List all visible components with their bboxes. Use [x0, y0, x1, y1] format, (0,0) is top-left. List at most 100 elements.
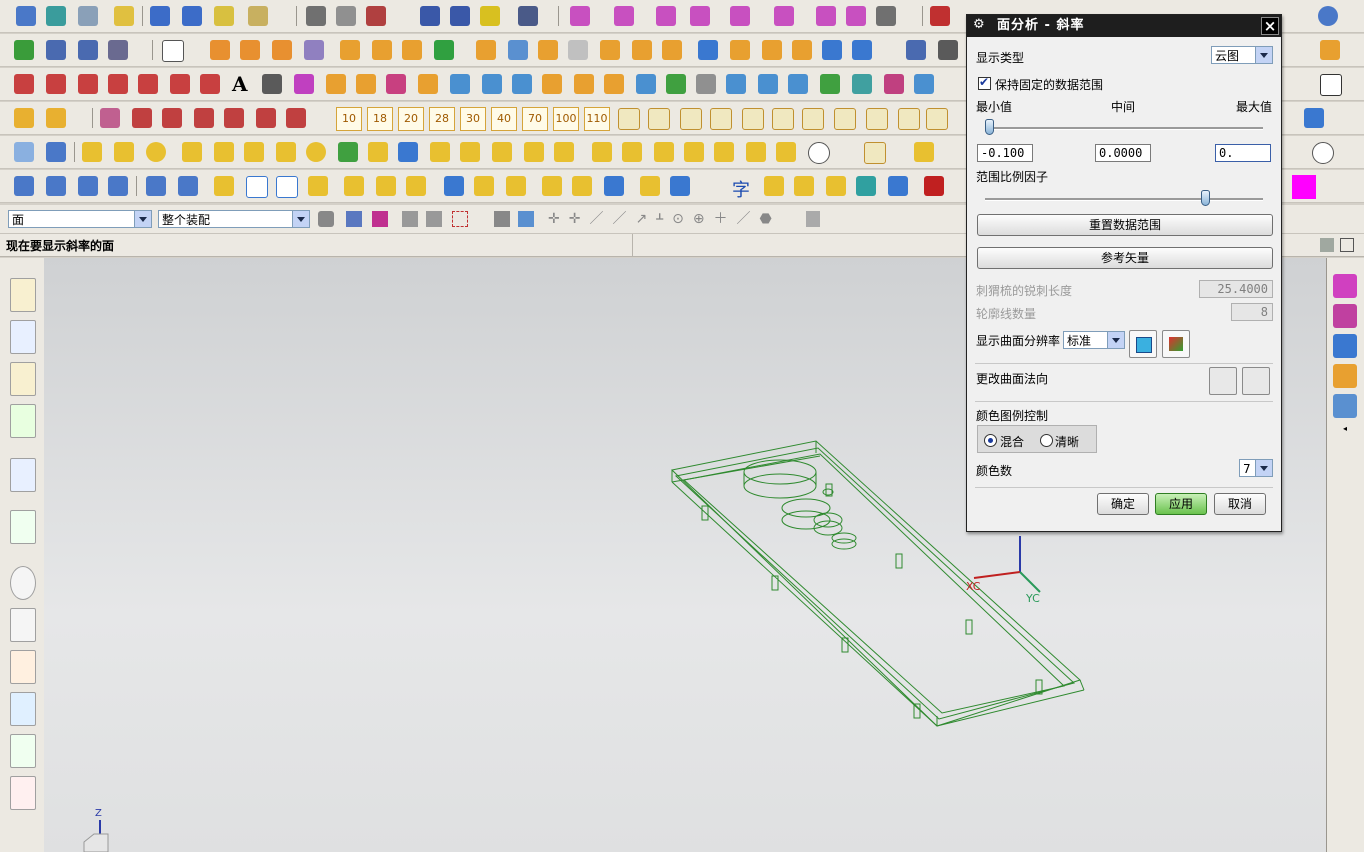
min-value-input[interactable]: -0.100: [977, 144, 1033, 162]
lamp-icon[interactable]: [178, 176, 198, 196]
locating-ring-icon[interactable]: [306, 142, 326, 162]
chevron-down-icon[interactable]: [1107, 332, 1124, 348]
intersect-curve-icon[interactable]: [326, 74, 346, 94]
text-tool-icon[interactable]: A: [232, 72, 248, 96]
sprue-icon[interactable]: [276, 142, 296, 162]
mirror-icon[interactable]: [662, 40, 682, 60]
extract-curve-icon[interactable]: [356, 74, 376, 94]
clock-icon[interactable]: [808, 142, 830, 164]
pocket-icon[interactable]: [372, 40, 392, 60]
std-part-40-button[interactable]: 40: [491, 107, 517, 131]
view-tool-icon[interactable]: [1333, 274, 1357, 298]
through-curves-icon[interactable]: [450, 74, 470, 94]
pipe-tool-icon[interactable]: [1333, 394, 1357, 418]
gear-icon[interactable]: ⚙: [973, 18, 987, 32]
rect-select-icon[interactable]: [452, 211, 468, 227]
base-icon[interactable]: [772, 108, 794, 130]
sew-icon[interactable]: [852, 40, 872, 60]
pad-icon[interactable]: [402, 40, 422, 60]
layer-settings-icon[interactable]: [46, 6, 66, 26]
constraint-navigator-icon[interactable]: [10, 320, 36, 354]
rail-icon[interactable]: [680, 108, 702, 130]
hook-icon[interactable]: [866, 108, 888, 130]
mold-tool-1-icon[interactable]: [82, 142, 102, 162]
axis-icon[interactable]: [108, 40, 128, 60]
triangle-icon[interactable]: [1320, 74, 1342, 96]
arrow-joint-icon[interactable]: [670, 176, 690, 196]
snap-icon[interactable]: [318, 211, 334, 227]
part-navigator-icon[interactable]: [10, 362, 36, 396]
cube-subtract-icon[interactable]: [656, 6, 676, 26]
divide-curve-icon[interactable]: [162, 108, 182, 128]
line-icon[interactable]: [930, 6, 950, 26]
system-materials-icon[interactable]: [10, 608, 36, 642]
arch-icon[interactable]: [834, 108, 856, 130]
length-icon[interactable]: [224, 108, 244, 128]
angle-bar-icon[interactable]: [572, 176, 592, 196]
ring-icon[interactable]: [146, 142, 166, 162]
std-part-18-button[interactable]: 18: [367, 107, 393, 131]
fit-curve-icon[interactable]: [286, 108, 306, 128]
cube-intersect-icon[interactable]: [690, 6, 710, 26]
move-icon[interactable]: [46, 142, 66, 162]
flat-shape-icon[interactable]: [914, 142, 934, 162]
surface-icon[interactable]: [336, 6, 356, 26]
cube-add-icon[interactable]: [570, 6, 590, 26]
assembly-tool-icon[interactable]: [1333, 364, 1357, 388]
pocket-tool-icon[interactable]: [554, 142, 574, 162]
expand-arrow-icon[interactable]: ◂: [1343, 424, 1347, 433]
bounded-plane-icon[interactable]: [636, 74, 656, 94]
lifter-icon[interactable]: [460, 142, 480, 162]
step-icon[interactable]: [742, 108, 764, 130]
cube-scale-icon[interactable]: [846, 6, 866, 26]
flip-normal-icon[interactable]: [1242, 367, 1270, 395]
cube-offset-icon[interactable]: [816, 6, 836, 26]
cube-trim-icon[interactable]: [774, 6, 794, 26]
trim-body-icon[interactable]: [822, 40, 842, 60]
bend-icon[interactable]: [622, 142, 642, 162]
frame-icon[interactable]: [108, 176, 128, 196]
snap-options-icon[interactable]: [806, 211, 820, 227]
draft-icon[interactable]: [568, 40, 588, 60]
bars-icon[interactable]: [604, 176, 624, 196]
resolution-select[interactable]: 标准: [1063, 331, 1125, 349]
assembly-icon[interactable]: [1320, 40, 1340, 60]
mesh-icon[interactable]: [792, 40, 812, 60]
roles-icon[interactable]: [10, 734, 36, 768]
reverse-normal-icon[interactable]: [1209, 367, 1237, 395]
conic-icon[interactable]: [138, 74, 158, 94]
reference-vector-button[interactable]: 参考矢量: [977, 247, 1273, 269]
curve-icon[interactable]: [306, 6, 326, 26]
offset-surface-icon[interactable]: [696, 74, 716, 94]
std-part-110-button[interactable]: 110: [584, 107, 610, 131]
flag-icon[interactable]: [366, 6, 386, 26]
notch-icon[interactable]: [926, 108, 948, 130]
curve-shape-icon[interactable]: [864, 142, 886, 164]
cube-filter-icon[interactable]: [518, 211, 534, 227]
section-curve-icon[interactable]: [418, 74, 438, 94]
bracket-icon[interactable]: [710, 108, 732, 130]
color-count-select[interactable]: 7: [1239, 459, 1273, 477]
beam-icon[interactable]: [648, 108, 670, 130]
assembly-nav-icon[interactable]: [46, 108, 66, 128]
blend-icon[interactable]: [508, 40, 528, 60]
spline-icon[interactable]: [78, 74, 98, 94]
range-slider-thumb[interactable]: [985, 119, 994, 135]
wrench-icon[interactable]: [182, 6, 202, 26]
label-icon[interactable]: [248, 6, 268, 26]
std-part-28-button[interactable]: 28: [429, 107, 455, 131]
scope-select[interactable]: 整个装配: [158, 210, 310, 228]
cap-icon[interactable]: [308, 176, 328, 196]
std-part-70-button[interactable]: 70: [522, 107, 548, 131]
revolve-icon[interactable]: [240, 40, 260, 60]
arc-snap-icon[interactable]: [426, 211, 442, 227]
cube-cut-icon[interactable]: [614, 6, 634, 26]
helix-icon[interactable]: [170, 74, 190, 94]
cube-wire-icon[interactable]: [794, 176, 814, 196]
chamfer-icon[interactable]: [538, 40, 558, 60]
chevron-down-icon[interactable]: [1255, 47, 1272, 63]
clamp-bar-icon[interactable]: [640, 176, 660, 196]
mold-tool-2-icon[interactable]: [114, 142, 134, 162]
char-tool-icon[interactable]: 字: [732, 176, 750, 202]
snap-point-icons[interactable]: ✛✛／／↗ᚆ⊙⊕＋／⬣: [548, 211, 800, 227]
